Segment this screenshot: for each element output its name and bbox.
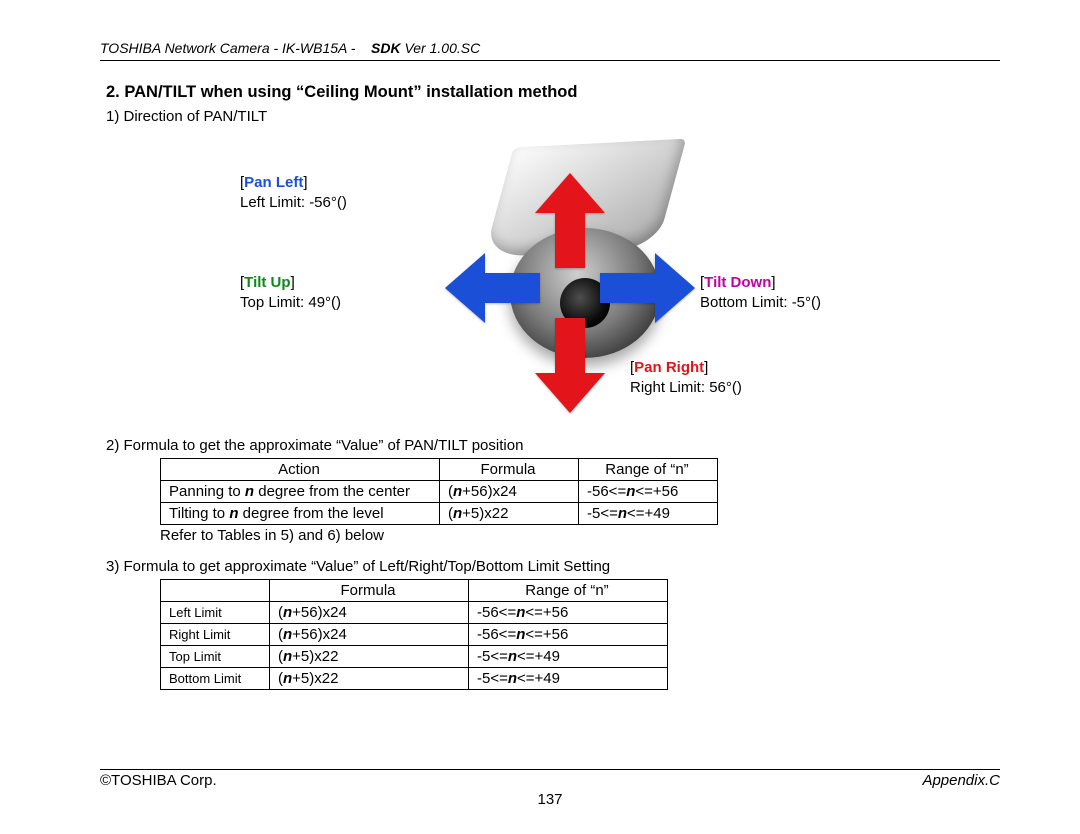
- page-number: 137: [100, 791, 1000, 808]
- pan-left-text: Pan Left: [244, 174, 303, 191]
- t3-head-range: Range of “n”: [469, 580, 668, 602]
- table-row: Panning to n degree from the center (n+5…: [161, 481, 718, 503]
- subsection-3: 3) Formula to get approximate “Value” of…: [106, 558, 1000, 575]
- table-row: Left Limit (n+56)x24 -56<=n<=+56: [161, 602, 668, 624]
- arrow-up-icon: [535, 173, 605, 268]
- footer-copyright: ©TOSHIBA Corp.: [100, 772, 217, 789]
- table-row: Bottom Limit (n+5)x22 -5<=n<=+49: [161, 668, 668, 690]
- table-note: Refer to Tables in 5) and 6) below: [160, 527, 1000, 544]
- bottom-limit-text: Bottom Limit: -5°(): [700, 294, 821, 311]
- footer-appendix: Appendix.C: [922, 772, 1000, 789]
- table-formula-position: Action Formula Range of “n” Panning to n…: [160, 458, 718, 525]
- table-row: Top Limit (n+5)x22 -5<=n<=+49: [161, 646, 668, 668]
- subsection-1: 1) Direction of PAN/TILT: [106, 108, 1000, 125]
- section-title: 2. PAN/TILT when using “Ceiling Mount” i…: [106, 83, 1000, 102]
- arrow-down-icon: [535, 318, 605, 413]
- right-limit-text: Right Limit: 56°(): [630, 379, 742, 396]
- label-pan-right: [Pan Right] Right Limit: 56°(): [630, 358, 742, 399]
- t2-head-range: Range of “n”: [579, 459, 718, 481]
- label-tilt-up: [Tilt Up] Top Limit: 49°(): [240, 273, 341, 314]
- arrow-right-icon: [600, 253, 695, 323]
- arrow-left-icon: [445, 253, 540, 323]
- header-sdk: SDK: [371, 40, 401, 56]
- t2-head-formula: Formula: [440, 459, 579, 481]
- header-divider: [100, 60, 1000, 61]
- header: TOSHIBA Network Camera - IK-WB15A - SDK …: [100, 40, 1000, 56]
- t3-head-formula: Formula: [270, 580, 469, 602]
- t2-head-action: Action: [161, 459, 440, 481]
- header-product: TOSHIBA Network Camera - IK-WB15A -: [100, 40, 355, 56]
- subsection-2: 2) Formula to get the approximate “Value…: [106, 437, 1000, 454]
- label-tilt-down: [Tilt Down] Bottom Limit: -5°(): [700, 273, 821, 314]
- footer: ©TOSHIBA Corp. Appendix.C 137: [100, 769, 1000, 808]
- tilt-up-text: Tilt Up: [244, 274, 290, 291]
- tilt-down-text: Tilt Down: [704, 274, 771, 291]
- left-limit-text: Left Limit: -56°(): [240, 194, 347, 211]
- label-pan-left: [Pan Left] Left Limit: -56°(): [240, 173, 347, 214]
- top-limit-text: Top Limit: 49°(): [240, 294, 341, 311]
- pan-tilt-figure: [Pan Left] Left Limit: -56°() [Tilt Up] …: [180, 133, 900, 433]
- table-formula-limits: Formula Range of “n” Left Limit (n+56)x2…: [160, 579, 668, 690]
- header-version: Ver 1.00.SC: [404, 40, 480, 56]
- table-row: Tilting to n degree from the level (n+5)…: [161, 503, 718, 525]
- pan-right-text: Pan Right: [634, 359, 704, 376]
- t3-head-blank: [161, 580, 270, 602]
- table-row: Right Limit (n+56)x24 -56<=n<=+56: [161, 624, 668, 646]
